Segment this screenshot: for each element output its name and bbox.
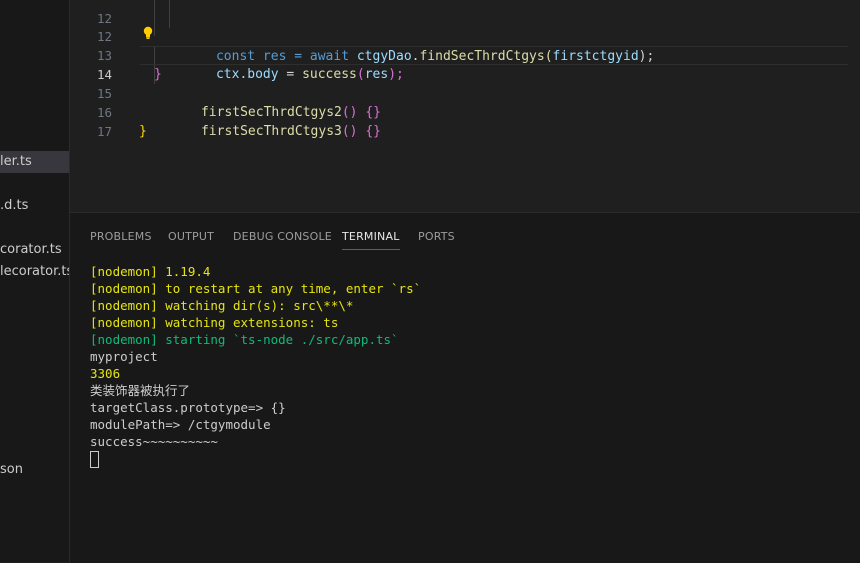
lightbulb-icon[interactable] xyxy=(142,26,154,40)
code-token: firstSecThrdCtgys3 xyxy=(200,124,342,139)
terminal-line: [nodemon] starting `ts-node ./src/app.ts… xyxy=(90,332,399,347)
code-line[interactable]: 16 } xyxy=(70,84,860,139)
code-line[interactable]: 12 ctx.body = success(res); xyxy=(70,8,860,82)
terminal-line: [nodemon] to restart at any time, enter … xyxy=(90,281,422,296)
code-editor[interactable]: 12 const res = await ctgyDao.findSecThrd… xyxy=(70,0,860,212)
terminal-line: [nodemon] 1.19.4 xyxy=(90,264,211,279)
bottom-panel: PROBLEMS OUTPUT DEBUG CONSOLE TERMINAL P… xyxy=(70,212,860,563)
terminal-line: [nodemon] watching extensions: ts xyxy=(90,315,339,330)
file-label: ler.ts xyxy=(0,154,32,169)
tab-problems[interactable]: PROBLEMS xyxy=(90,225,152,249)
code-line[interactable]: 17 xyxy=(70,103,860,139)
tab-terminal[interactable]: TERMINAL xyxy=(342,225,400,250)
explorer-file-item[interactable]: .d.ts xyxy=(0,195,69,217)
file-label: corator.ts xyxy=(0,242,62,257)
explorer-file-item[interactable]: corator.ts xyxy=(0,239,69,261)
terminal-line: success~~~~~~~~~~ xyxy=(90,434,218,449)
tab-debug-console[interactable]: DEBUG CONSOLE xyxy=(233,225,332,249)
terminal-line: modulePath=> /ctgymodule xyxy=(90,417,271,432)
file-label: son xyxy=(0,462,23,477)
explorer-file-item[interactable]: ler.ts xyxy=(0,151,69,173)
explorer-sidebar: ler.ts .d.ts corator.ts lecorator.ts son xyxy=(0,0,70,562)
code-token: } xyxy=(139,124,147,139)
terminal-line: [nodemon] watching dir(s): src\**\* xyxy=(90,298,354,313)
terminal-line: 类装饰器被执行了 xyxy=(90,383,191,398)
explorer-file-item[interactable]: lecorator.ts xyxy=(0,261,69,283)
explorer-file-item[interactable]: son xyxy=(0,459,69,481)
code-line[interactable]: 14 firstSecThrdCtgys2() {} xyxy=(70,46,860,120)
terminal-line: 3306 xyxy=(90,366,121,381)
code-token: () xyxy=(341,124,358,139)
terminal-line: targetClass.prototype=> {} xyxy=(90,400,286,415)
file-label: .d.ts xyxy=(0,198,29,213)
code-token: {} xyxy=(365,124,381,139)
tab-output[interactable]: OUTPUT xyxy=(168,225,214,249)
terminal-line: myproject xyxy=(90,349,158,364)
line-number: 17 xyxy=(96,124,112,139)
code-line[interactable]: 13 } xyxy=(70,27,860,82)
file-label: lecorator.ts xyxy=(0,264,70,279)
terminal-output[interactable]: [nodemon] 1.19.4 [nodemon] to restart at… xyxy=(90,263,422,468)
tab-ports[interactable]: PORTS xyxy=(418,225,455,249)
code-line[interactable]: 15 firstSecThrdCtgys3() {} xyxy=(70,65,860,139)
terminal-cursor xyxy=(90,451,99,468)
